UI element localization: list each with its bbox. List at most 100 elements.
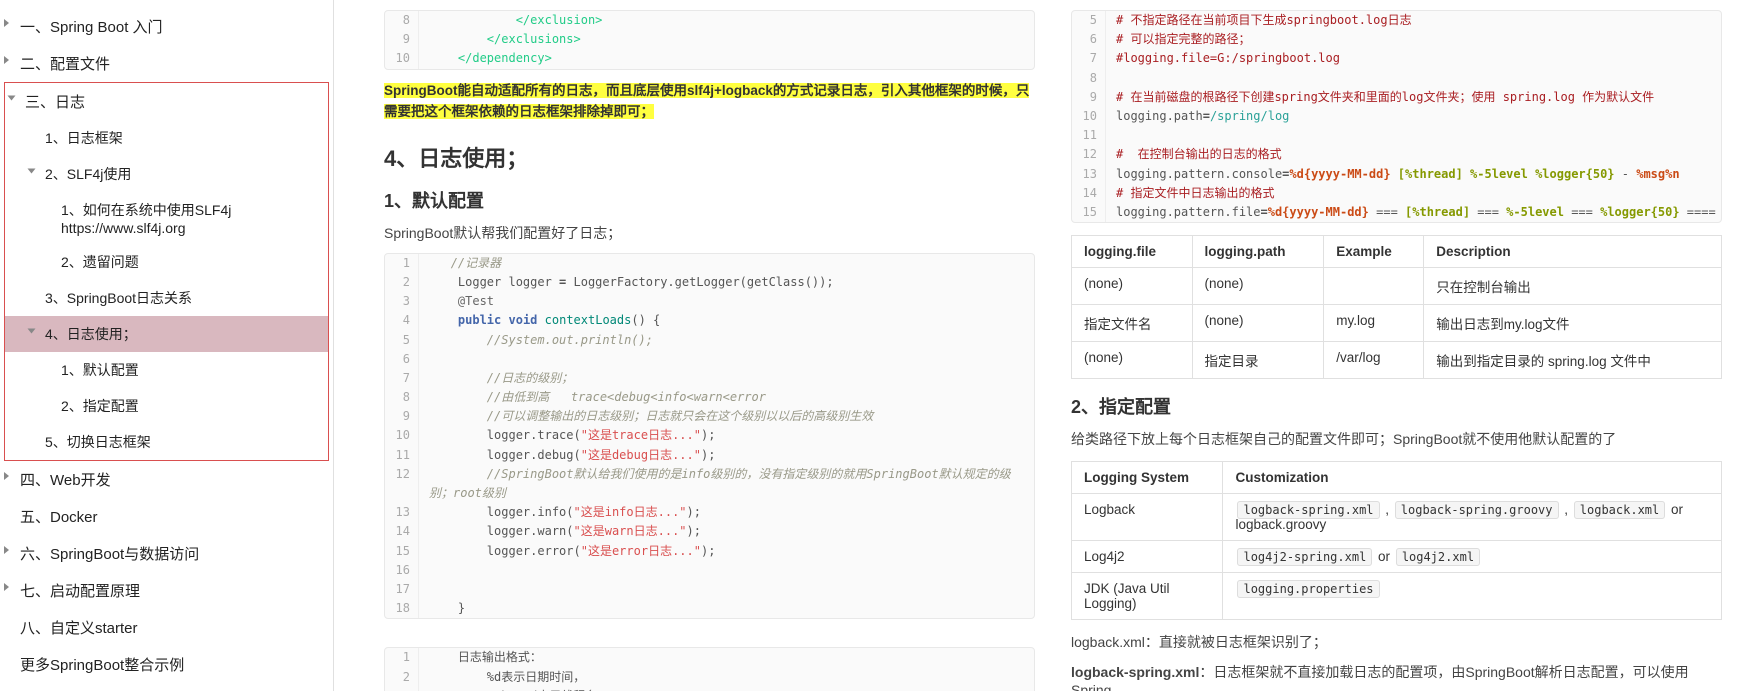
toc-item-label: 五、Docker [20, 509, 98, 526]
table-logging-path-file: logging.filelogging.pathExampleDescripti… [1071, 235, 1722, 379]
code-line: @Test [419, 292, 1034, 311]
code-line [1106, 69, 1721, 88]
table-cell: 输出到指定目录的 spring.log 文件中 [1424, 342, 1722, 379]
toc-item-label: 二、配置文件 [20, 56, 110, 73]
toc-item-label: 四、Web开发 [20, 472, 111, 489]
line-number: 5 [385, 331, 419, 350]
code-line: } [419, 599, 1034, 618]
bold-logback-spring: logback-spring.xml [1071, 664, 1199, 680]
chevron-icon [4, 19, 9, 27]
chevron-icon [8, 96, 16, 101]
code-line: //System.out.println(); [419, 331, 1034, 350]
table-header: Example [1324, 236, 1424, 268]
sub-heading-1: 1、默认配置 [384, 187, 1035, 213]
toc-item[interactable]: 一、Spring Boot 入门 [0, 8, 333, 45]
toc-item[interactable]: 1、如何在系统中使用SLF4j https://www.slf4j.org [5, 192, 328, 244]
table-cell: logback-spring.xml , logback-spring.groo… [1223, 494, 1722, 541]
inline-code: log4j2-spring.xml [1237, 548, 1372, 566]
inline-code: log4j2.xml [1396, 548, 1480, 566]
code-line: logger.warn("这是warn日志..."); [419, 522, 1034, 541]
toc-item[interactable]: 更多SpringBoot整合示例 [0, 646, 333, 683]
table-cell: my.log [1324, 305, 1424, 342]
paragraph-default-config: SpringBoot默认帮我们配置好了日志； [384, 223, 1035, 243]
table-row: Logbacklogback-spring.xml , logback-spri… [1072, 494, 1722, 541]
code-line: //由低到高 trace<debug<info<warn<error [419, 388, 1034, 407]
toc-item-label: 三、日志 [25, 94, 85, 111]
inline-code: logback.xml [1574, 501, 1665, 519]
code-line: logger.debug("这是debug日志..."); [419, 446, 1034, 465]
chevron-icon [28, 329, 36, 334]
paragraph-custom-config: 给类路径下放上每个日志框架自己的配置文件即可；SpringBoot就不使用他默认… [1071, 429, 1722, 449]
toc-item[interactable]: 七、启动配置原理 [0, 572, 333, 609]
table-cell: Logback [1072, 494, 1223, 541]
table-cell: (none) [1192, 305, 1324, 342]
toc-item[interactable]: 五、Docker [0, 498, 333, 535]
line-number: 10 [385, 49, 419, 68]
paragraph-logback-spring-xml: logback-spring.xml：日志框架就不直接加载日志的配置项，由Spr… [1071, 662, 1722, 691]
toc-item[interactable]: 1、日志框架 [5, 120, 328, 156]
line-number: 9 [385, 30, 419, 49]
code-line: //SpringBoot默认给我们使用的是info级别的，没有指定级别的就用Sp… [419, 465, 1034, 503]
toc-item[interactable]: 5、切换日志框架 [5, 424, 328, 460]
code-line: # 在当前磁盘的根路径下创建spring文件夹和里面的log文件夹；使用 spr… [1106, 88, 1721, 107]
line-number: 2 [385, 273, 419, 292]
toc-item[interactable]: 四、Web开发 [0, 461, 333, 498]
code-line: logging.pattern.console=%d{yyyy-MM-dd} [… [1106, 165, 1721, 184]
line-number: 3 [385, 292, 419, 311]
chevron-icon [28, 169, 36, 174]
toc-item[interactable]: 2、遗留问题 [5, 244, 328, 280]
line-number: 11 [385, 446, 419, 465]
section-heading-4: 4、日志使用； [384, 141, 1035, 173]
table-cell: log4j2-spring.xml or log4j2.xml [1223, 541, 1722, 573]
toc-item-label: 2、遗留问题 [61, 254, 139, 270]
toc-item[interactable]: 六、SpringBoot与数据访问 [0, 535, 333, 572]
toc-item-label: 1、默认配置 [61, 362, 139, 378]
code-line: logger.trace("这是trace日志..."); [419, 426, 1034, 445]
line-number: 14 [385, 522, 419, 541]
line-number: 8 [1072, 69, 1106, 88]
line-number: 1 [385, 254, 419, 273]
code-line [419, 350, 1034, 369]
toc-item[interactable]: 1、默认配置 [5, 352, 328, 388]
inline-code: logback-spring.groovy [1395, 501, 1559, 519]
toc-item-label: 2、SLF4j使用 [45, 166, 131, 182]
toc-highlight-group: 三、日志 1、日志框架 2、SLF4j使用 1、如何在系统中使用SLF4j https… [4, 82, 329, 461]
code-block-format-desc: 1 日志输出格式：2 %d表示日期时间，3 %thread表示线程名，4 %-5… [384, 647, 1035, 691]
code-line [419, 561, 1034, 580]
line-number: 6 [385, 350, 419, 369]
line-number: 6 [1072, 30, 1106, 49]
table-header: logging.file [1072, 236, 1193, 268]
line-number: 17 [385, 580, 419, 599]
code-block-top-xml: 8 </exclusion>9 </exclusions>10 </depend… [384, 10, 1035, 70]
sub-heading-2: 2、指定配置 [1071, 393, 1722, 419]
table-cell: (none) [1072, 268, 1193, 305]
highlight-summary: SpringBoot能自动适配所有的日志，而且底层使用slf4j+logback… [384, 83, 1029, 120]
toc-item[interactable]: 八、自定义starter [0, 609, 333, 646]
toc-item[interactable]: 二、配置文件 [0, 45, 333, 82]
line-number: 8 [385, 388, 419, 407]
line-number: 2 [385, 668, 419, 687]
toc-item[interactable]: 3、SpringBoot日志关系 [5, 280, 328, 316]
line-number: 13 [1072, 165, 1106, 184]
line-number: 3 [385, 687, 419, 691]
toc-item[interactable]: 2、指定配置 [5, 388, 328, 424]
line-number: 12 [385, 465, 419, 503]
table-row: Log4j2log4j2-spring.xml or log4j2.xml [1072, 541, 1722, 573]
line-number: 5 [1072, 11, 1106, 30]
toc-item[interactable]: 4、日志使用； [5, 316, 328, 352]
line-number: 4 [385, 311, 419, 330]
toc-item[interactable]: 三、日志 [5, 83, 328, 120]
code-line: </exclusions> [419, 30, 1034, 49]
toc-item[interactable]: 2、SLF4j使用 [5, 156, 328, 192]
code-line: %thread表示线程名， [419, 687, 1034, 691]
line-number: 11 [1072, 126, 1106, 145]
toc-item-label: 5、切换日志框架 [45, 434, 151, 450]
toc-item-label: 3、SpringBoot日志关系 [45, 290, 192, 306]
toc-item-label: 六、SpringBoot与数据访问 [20, 546, 199, 563]
line-number: 7 [1072, 49, 1106, 68]
toc-item-label: 1、如何在系统中使用SLF4j https://www.slf4j.org [61, 202, 231, 236]
toc-item-label: 4、日志使用； [45, 326, 137, 342]
chevron-icon [4, 583, 9, 591]
line-number: 15 [1072, 203, 1106, 222]
code-line: # 可以指定完整的路径； [1106, 30, 1721, 49]
